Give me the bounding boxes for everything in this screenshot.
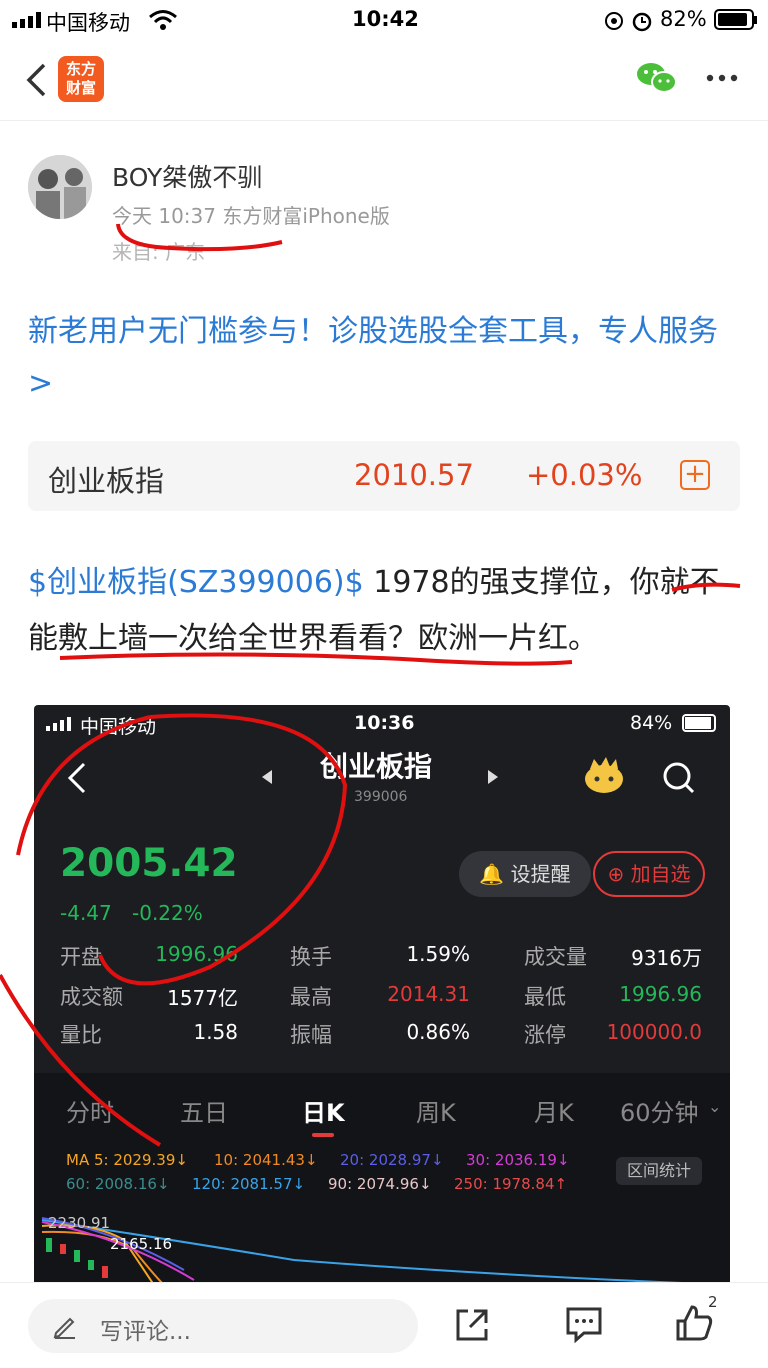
wechat-icon[interactable] bbox=[636, 60, 678, 96]
add-watchlist-label: 加自选 bbox=[630, 862, 691, 886]
red-underline-annotation-2 bbox=[59, 582, 741, 666]
bottom-action-bar: 写评论... 2 bbox=[0, 1282, 768, 1368]
tab-weekly-k[interactable]: 周K bbox=[416, 1093, 456, 1128]
ma-label: 90: 2074.96↓ bbox=[328, 1175, 432, 1193]
ma-label: 250: 1978.84↑ bbox=[454, 1175, 568, 1193]
shot-time: 10:36 bbox=[354, 712, 415, 734]
author-name[interactable]: BOY桀傲不驯 bbox=[112, 158, 262, 194]
battery-icon bbox=[682, 714, 716, 732]
add-watchlist-icon[interactable]: + bbox=[680, 460, 710, 490]
stat-label: 成交量 bbox=[524, 945, 587, 969]
battery-icon bbox=[714, 9, 757, 30]
ma-label: 60: 2008.16↓ bbox=[66, 1175, 170, 1193]
stock-quote-card[interactable]: 创业板指 2010.57 +0.03% + bbox=[28, 441, 740, 511]
chevron-down-icon[interactable]: ⌄ bbox=[708, 1097, 721, 1116]
stat-label: 最低 bbox=[524, 985, 566, 1009]
ma-label: 120: 2081.57↓ bbox=[192, 1175, 306, 1193]
promo-link[interactable]: 新老用户无门槛参与！诊股选股全套工具，专人服务> bbox=[28, 306, 740, 410]
stat-value: 2014.31 bbox=[387, 982, 470, 1006]
next-stock-icon[interactable] bbox=[486, 769, 500, 785]
share-icon[interactable] bbox=[454, 1307, 490, 1343]
carrier-label: 中国移动 bbox=[46, 11, 130, 35]
status-bar: 中国移动 10:42 82% bbox=[0, 0, 768, 40]
shot-code: 399006 bbox=[354, 789, 408, 805]
comment-icon[interactable] bbox=[564, 1305, 604, 1343]
stock-change: +0.03% bbox=[526, 458, 643, 492]
set-alert-label: 设提醒 bbox=[510, 862, 571, 886]
back-arrow-icon[interactable] bbox=[24, 62, 48, 98]
tab-60min[interactable]: 60分钟 bbox=[620, 1093, 699, 1128]
search-icon[interactable] bbox=[662, 761, 696, 795]
signal-icon bbox=[12, 12, 41, 28]
stat-value: 100000.0 bbox=[606, 1020, 702, 1044]
comment-placeholder: 写评论... bbox=[100, 1319, 191, 1345]
avatar[interactable] bbox=[28, 155, 92, 219]
red-underline-annotation bbox=[116, 223, 283, 252]
stat-value: 9316万 bbox=[631, 946, 702, 970]
battery-percent: 82% bbox=[660, 7, 707, 31]
chart-price-label: 2165.16 bbox=[110, 1235, 173, 1253]
mascot-icon[interactable] bbox=[582, 755, 626, 795]
stat-value: 0.86% bbox=[406, 1020, 470, 1044]
stat-label: 涨停 bbox=[524, 1023, 566, 1047]
stock-name: 创业板指 bbox=[48, 464, 165, 498]
like-count: 2 bbox=[708, 1293, 718, 1311]
ma-label: 30: 2036.19↓ bbox=[466, 1151, 570, 1169]
nav-bar: 东方 财富 bbox=[0, 40, 768, 121]
stat-value: 1996.96 bbox=[619, 982, 702, 1006]
set-alert-button[interactable]: 🔔 设提醒 bbox=[459, 851, 591, 897]
logo-text-top: 东方 bbox=[65, 60, 96, 78]
stock-price: 2010.57 bbox=[354, 458, 474, 492]
red-circle-annotation bbox=[0, 713, 348, 1147]
chart-high-label: 2230.91 bbox=[48, 1214, 111, 1232]
lock-alarm-icon bbox=[605, 12, 652, 32]
add-watchlist-button[interactable]: ⊕ 加自选 bbox=[593, 851, 705, 897]
logo-text-bottom: 财富 bbox=[65, 79, 96, 97]
pencil-icon bbox=[53, 1317, 75, 1339]
app-logo: 东方 财富 bbox=[58, 56, 104, 102]
range-stats-button[interactable]: 区间统计 bbox=[616, 1157, 702, 1185]
stat-value: 1.59% bbox=[406, 942, 470, 966]
clock: 10:42 bbox=[352, 7, 419, 31]
tab-monthly-k[interactable]: 月K bbox=[534, 1093, 574, 1128]
more-icon[interactable] bbox=[706, 74, 738, 82]
comment-input[interactable]: 写评论... bbox=[28, 1299, 418, 1353]
shot-battery: 84% bbox=[630, 712, 673, 734]
wifi-icon bbox=[149, 10, 177, 30]
